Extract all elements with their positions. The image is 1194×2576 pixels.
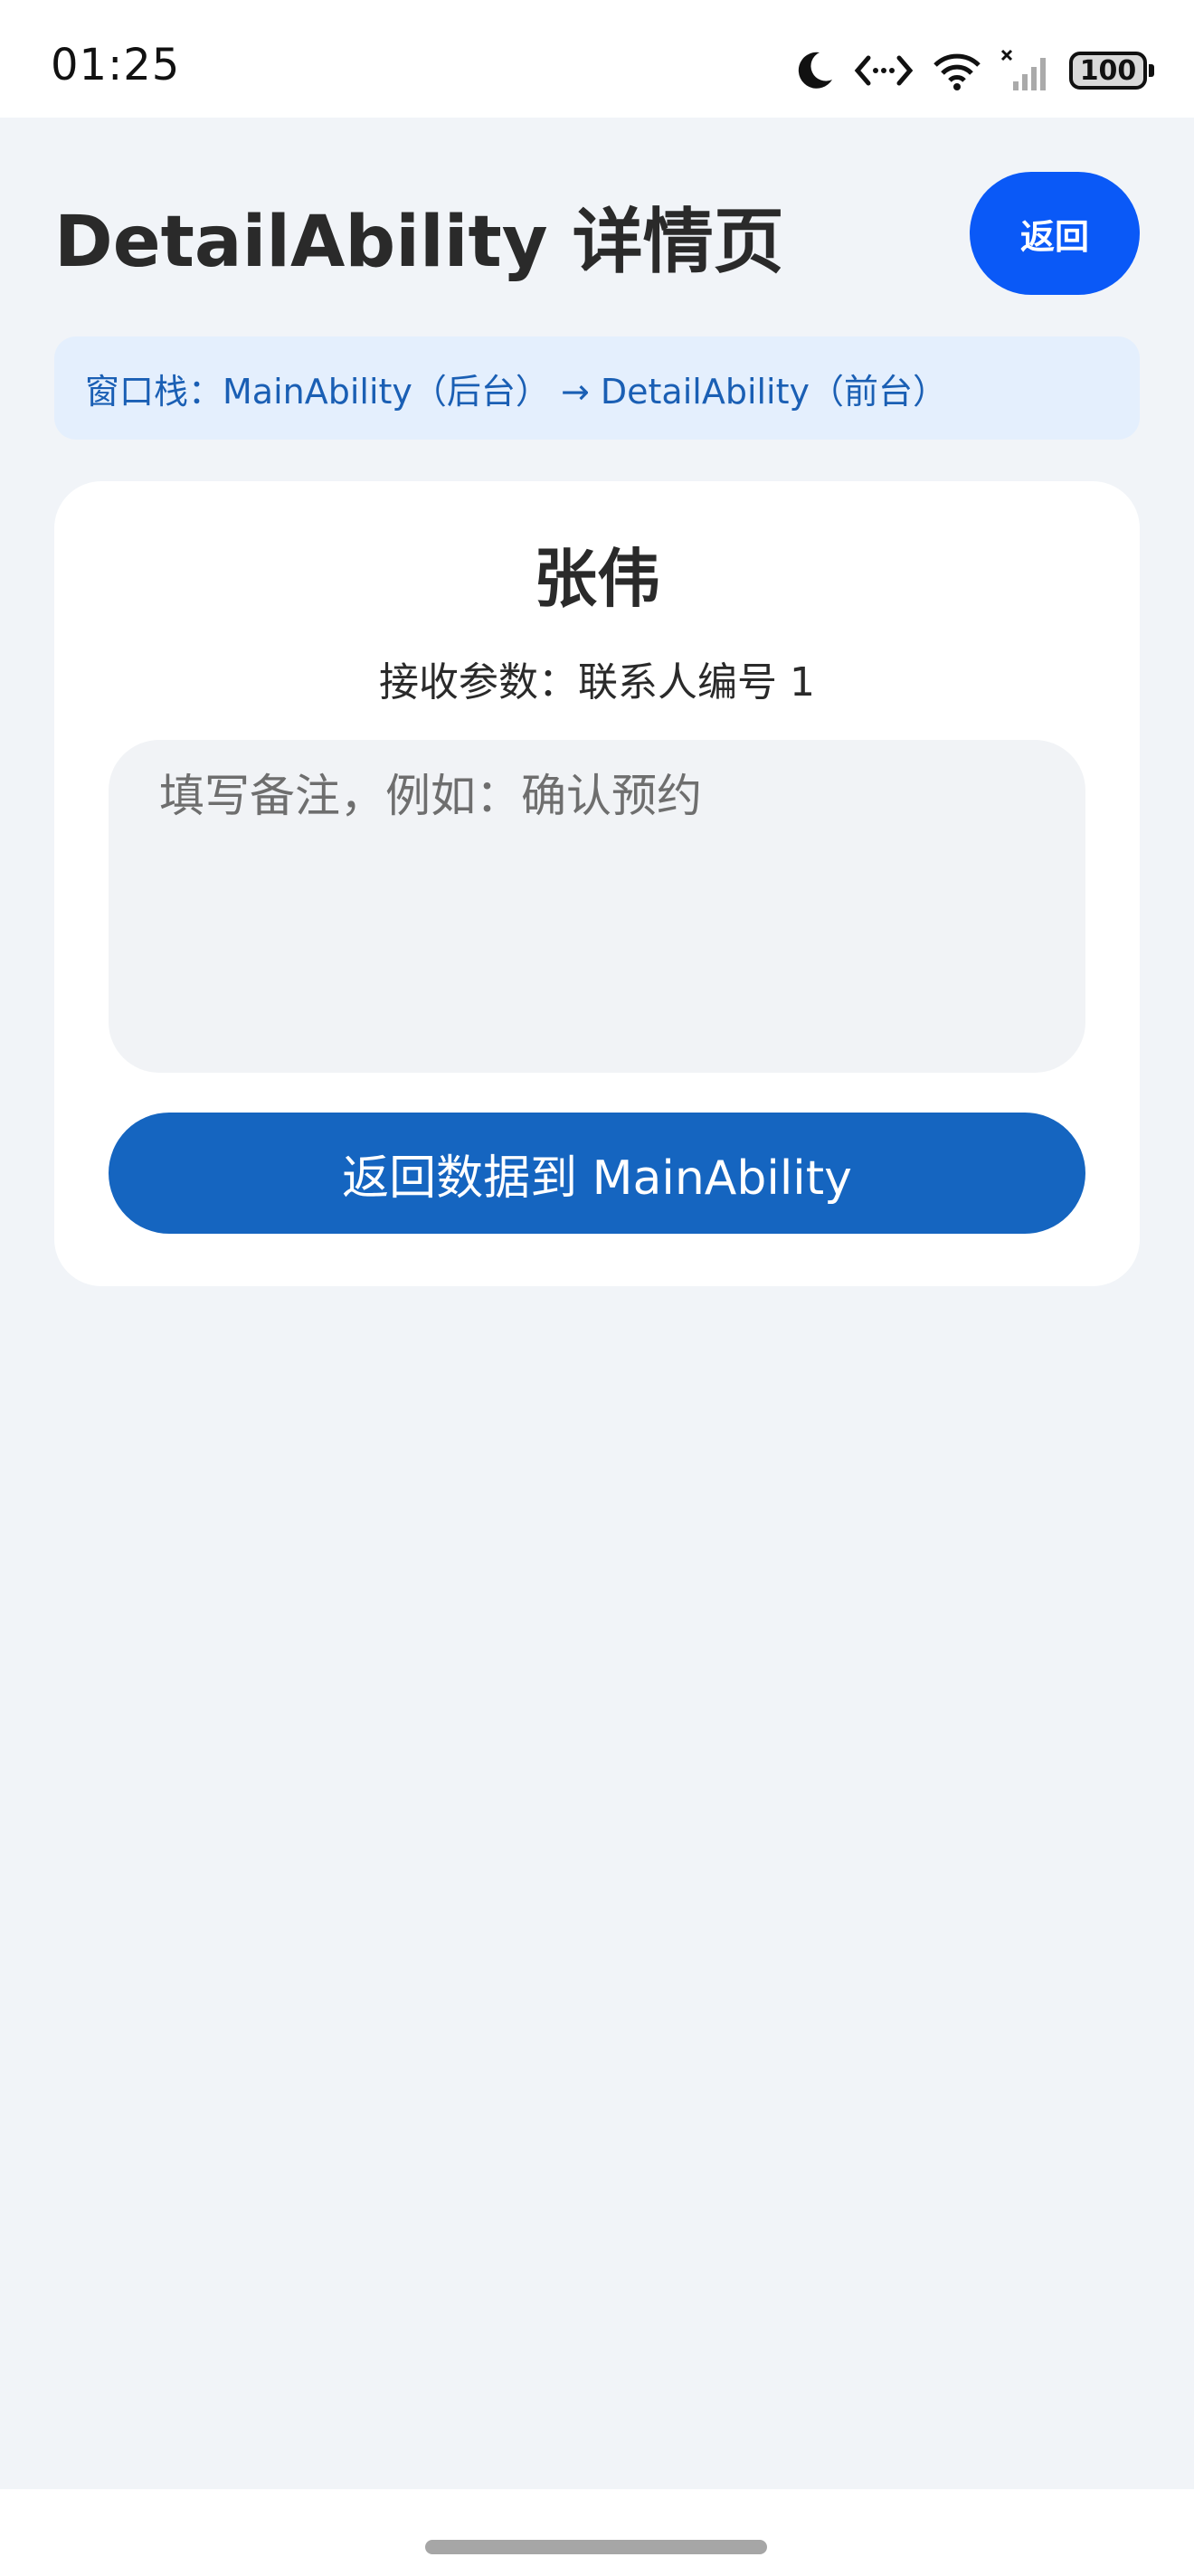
note-input[interactable] (109, 740, 1085, 1073)
status-time: 01:25 (51, 40, 181, 90)
signal-no-sim-icon (1000, 49, 1051, 92)
status-bar: 01:25 100 (0, 0, 1194, 118)
window-stack-banner: 窗口栈：MainAbility（后台） → DetailAbility（前台） (54, 336, 1140, 440)
code-arrows-icon (854, 49, 914, 92)
contact-name: 张伟 (534, 542, 660, 616)
wifi-icon (932, 49, 982, 92)
received-param-text: 接收参数：联系人编号 1 (379, 659, 815, 706)
back-button[interactable]: 返回 (970, 172, 1140, 295)
page-title: DetailAbility 详情页 (54, 202, 784, 283)
battery-icon: 100 (1069, 52, 1154, 90)
contact-detail-card: 张伟 接收参数：联系人编号 1 返回数据到 MainAbility (54, 481, 1140, 1286)
moon-icon (792, 49, 836, 92)
return-data-button[interactable]: 返回数据到 MainAbility (109, 1113, 1085, 1234)
status-icons: 100 (792, 43, 1154, 98)
home-indicator[interactable] (425, 2540, 767, 2554)
navigation-bar (0, 2489, 1194, 2576)
